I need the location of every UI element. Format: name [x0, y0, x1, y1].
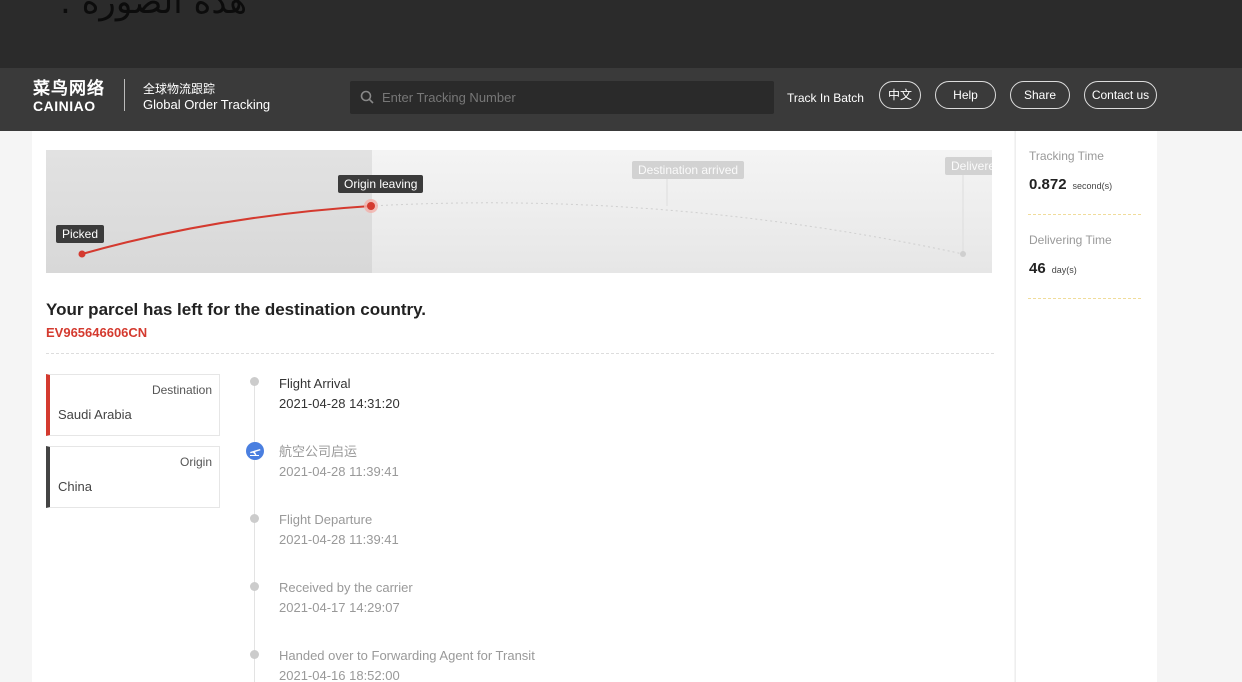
event-description: Flight Departure — [279, 512, 373, 527]
timeline-dot — [250, 650, 259, 659]
timeline-event: Handed over to Forwarding Agent for Tran… — [279, 648, 535, 682]
divider — [46, 353, 994, 354]
subtitle-cn: 全球物流跟踪 — [143, 82, 216, 96]
delivering-time-value: 46 day(s) — [1029, 260, 1077, 277]
logo-cn: 菜鸟网络 — [33, 79, 105, 98]
event-time: 2021-04-16 18:52:00 — [279, 668, 400, 682]
event-description: Flight Arrival — [279, 376, 351, 391]
help-button[interactable]: Help — [935, 81, 996, 109]
destination-card: Destination Saudi Arabia — [46, 374, 220, 436]
pin-picked: Picked — [56, 225, 105, 243]
pin-destination-arrived: Destination arrived — [632, 161, 745, 179]
tracking-time-unit: second(s) — [1072, 181, 1113, 191]
tracking-number-input[interactable] — [382, 81, 762, 114]
event-time: 2021-04-28 14:31:20 — [279, 396, 400, 411]
stats-divider — [1028, 298, 1141, 299]
cainiao-logo[interactable]: 菜鸟网络 CAINIAO — [33, 79, 105, 115]
deliver-point — [960, 251, 966, 257]
plane-icon — [246, 442, 264, 460]
logo-divider — [124, 79, 125, 111]
overlay-caption: هذه الصورة . — [60, 0, 248, 22]
picked-point — [78, 250, 86, 258]
search-icon — [360, 90, 374, 104]
destination-value: Saudi Arabia — [58, 407, 132, 422]
origin-value: China — [58, 479, 92, 494]
timeline-event: Flight Departure 2021-04-28 11:39:41 — [279, 512, 399, 548]
destination-label: Destination — [151, 383, 212, 397]
delivering-time-unit: day(s) — [1051, 265, 1077, 275]
event-description: Received by the carrier — [279, 580, 413, 595]
timeline-event: Received by the carrier 2021-04-17 14:29… — [279, 580, 413, 616]
site-subtitle: 全球物流跟踪 Global Order Tracking — [143, 81, 270, 113]
delivering-time-label: Delivering Time — [1029, 233, 1112, 247]
top-strip: هذه الصورة . — [0, 0, 1242, 68]
route-map: Picked Origin leaving Destination arrive… — [46, 150, 992, 273]
timeline-event: 航空公司启运 2021-04-28 11:39:41 — [279, 444, 399, 480]
pin-origin-leaving: Origin leaving — [338, 175, 424, 193]
track-in-batch-link[interactable]: Track In Batch — [787, 91, 864, 105]
subtitle-en: Global Order Tracking — [143, 97, 271, 112]
pin-delivered: Delivere — [945, 157, 992, 175]
stats-divider — [1028, 214, 1141, 215]
timeline-dot — [250, 514, 259, 523]
search-box — [350, 81, 774, 114]
tracking-time-value: 0.872 second(s) — [1029, 176, 1112, 193]
tracking-time-label: Tracking Time — [1029, 149, 1104, 163]
route-traveled — [81, 205, 372, 255]
timeline-dot — [250, 377, 259, 386]
share-button[interactable]: Share — [1010, 81, 1070, 109]
tracking-time-number: 0.872 — [1029, 176, 1067, 193]
language-chinese-button[interactable]: 中文 — [879, 81, 921, 109]
timeline-line — [254, 382, 255, 682]
timeline-event: Flight Arrival 2021-04-28 14:31:20 — [279, 376, 400, 412]
header-bar: 菜鸟网络 CAINIAO 全球物流跟踪 Global Order Trackin… — [0, 68, 1242, 131]
logo-en: CAINIAO — [33, 98, 96, 114]
route-remaining — [370, 202, 964, 255]
event-description: Handed over to Forwarding Agent for Tran… — [279, 648, 535, 663]
origin-label: Origin — [179, 455, 212, 469]
origin-point — [367, 202, 375, 210]
tracking-number: EV965646606CN — [46, 325, 148, 340]
parcel-status-title: Your parcel has left for the destination… — [46, 300, 427, 319]
event-time: 2021-04-17 14:29:07 — [279, 600, 400, 615]
contact-us-button[interactable]: Contact us — [1084, 81, 1157, 109]
event-time: 2021-04-28 11:39:41 — [279, 464, 399, 479]
origin-card: Origin China — [46, 446, 220, 508]
event-time: 2021-04-28 11:39:41 — [279, 532, 399, 547]
event-description: 航空公司启运 — [279, 444, 358, 459]
route-svg — [78, 174, 966, 258]
timeline-dot — [250, 582, 259, 591]
delivering-time-number: 46 — [1029, 260, 1046, 277]
